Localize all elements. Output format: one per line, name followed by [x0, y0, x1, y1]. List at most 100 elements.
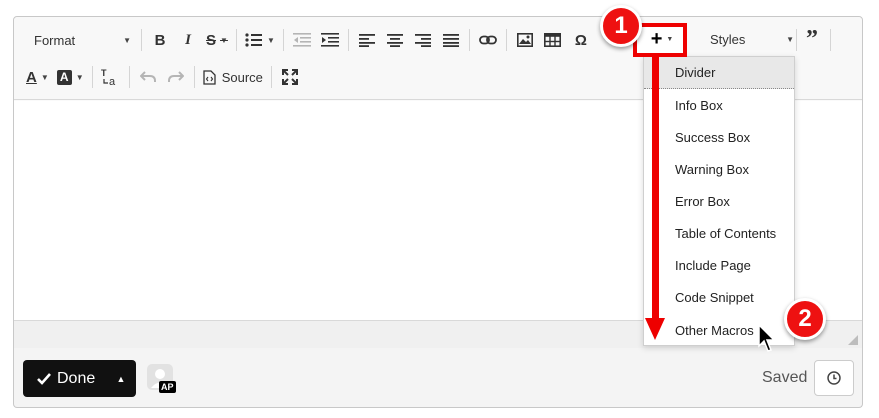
mouse-cursor-icon	[758, 324, 776, 352]
strikethrough-button[interactable]: S ▼	[202, 26, 232, 54]
bold-button[interactable]: B	[146, 26, 174, 54]
chevron-down-icon: ▼	[123, 35, 131, 45]
toolbar-separator	[128, 66, 130, 88]
chevron-down-icon: ▼	[40, 72, 49, 82]
toolbar-separator	[347, 29, 349, 51]
menu-item-label: Other Macros	[675, 322, 754, 338]
image-button[interactable]	[511, 26, 539, 54]
align-center-icon	[386, 33, 403, 47]
fullscreen-button[interactable]	[276, 63, 304, 91]
align-right-icon	[414, 33, 431, 47]
styles-select-label: Styles	[710, 31, 746, 47]
styles-select[interactable]: Styles ▼	[698, 25, 800, 53]
source-button-label: Source	[221, 69, 263, 85]
done-button-label: Done	[57, 369, 96, 387]
menu-item-success-box[interactable]: Success Box	[644, 121, 794, 153]
align-center-button[interactable]	[381, 26, 409, 54]
history-button[interactable]	[814, 360, 854, 396]
source-code-icon	[203, 69, 216, 85]
bullet-list-button[interactable]: ▼	[241, 26, 279, 54]
editor-footer: Done ▲ AP Saved	[13, 348, 863, 408]
insert-macro-menu: Divider Info Box Success Box Warning Box…	[643, 56, 795, 346]
table-button[interactable]	[539, 26, 567, 54]
indent-button[interactable]	[316, 26, 344, 54]
menu-item-label: Error Box	[675, 193, 730, 209]
link-icon	[478, 35, 497, 45]
step-badge-1: 1	[600, 5, 642, 47]
clock-icon	[827, 371, 841, 385]
redo-icon	[167, 71, 184, 82]
format-select[interactable]: Format ▼	[22, 26, 137, 54]
annotation-arrow-head	[645, 318, 665, 340]
annotation-arrow-line	[652, 57, 659, 320]
menu-item-label: Warning Box	[675, 161, 749, 177]
done-options-button[interactable]: ▲	[107, 360, 135, 397]
bullet-list-icon	[245, 33, 262, 47]
outdent-icon	[292, 33, 311, 47]
toolbar-separator	[505, 29, 507, 51]
text-color-button[interactable]: A ▼	[22, 63, 53, 91]
toolbar-row-1: Format ▼ B I S ▼ ▼ Ω	[22, 25, 595, 55]
background-color-button[interactable]: A ▼	[53, 63, 88, 91]
menu-item-divider[interactable]: Divider	[644, 57, 794, 89]
menu-item-code-snippet[interactable]: Code Snippet	[644, 281, 794, 313]
source-button[interactable]: Source	[199, 63, 267, 91]
toolbar-separator	[235, 29, 237, 51]
toolbar-separator	[193, 66, 195, 88]
menu-item-table-of-contents[interactable]: Table of Contents	[644, 217, 794, 249]
align-left-button[interactable]	[353, 26, 381, 54]
background-color-icon: A	[56, 69, 72, 85]
undo-button[interactable]	[134, 63, 162, 91]
strikethrough-icon: S	[206, 31, 217, 49]
menu-item-info-box[interactable]: Info Box	[644, 89, 794, 121]
menu-item-label: Info Box	[675, 97, 723, 113]
chevron-down-icon: ▼	[220, 35, 228, 45]
done-button[interactable]: Done	[23, 370, 107, 388]
plus-icon: +	[650, 27, 663, 50]
table-icon	[544, 33, 562, 47]
toolbar-separator	[270, 66, 272, 88]
format-select-label: Format	[34, 32, 76, 48]
clear-formatting-button[interactable]: Ta	[97, 63, 125, 91]
undo-icon	[139, 71, 156, 82]
save-status-label: Saved	[762, 369, 808, 386]
insert-macro-button[interactable]: + ▼	[642, 27, 682, 51]
special-character-button[interactable]: Ω	[567, 26, 595, 54]
image-icon	[516, 33, 533, 47]
chevron-down-icon: ▼	[666, 35, 674, 43]
checkmark-icon	[37, 372, 51, 385]
svg-text:a: a	[109, 76, 116, 87]
outdent-button[interactable]	[288, 26, 316, 54]
redo-button[interactable]	[162, 63, 190, 91]
text-color-icon: A	[26, 68, 37, 86]
toolbar-separator	[141, 29, 142, 51]
menu-item-include-page[interactable]: Include Page	[644, 249, 794, 281]
menu-item-label: Include Page	[675, 257, 751, 273]
italic-button[interactable]: I	[174, 26, 202, 54]
toolbar-separator	[91, 66, 93, 88]
chevron-down-icon: ▼	[786, 34, 794, 44]
toolbar-separator	[282, 29, 284, 51]
align-right-button[interactable]	[409, 26, 437, 54]
blockquote-button[interactable]: ”	[798, 25, 826, 53]
menu-item-label: Divider	[675, 65, 716, 80]
menu-item-label: Code Snippet	[675, 289, 754, 305]
avatar[interactable]: AP	[147, 364, 176, 394]
clear-formatting-icon: Ta	[101, 68, 116, 87]
menu-item-error-box[interactable]: Error Box	[644, 185, 794, 217]
chevron-down-icon: ▼	[266, 35, 275, 45]
link-button[interactable]	[474, 26, 502, 54]
chevron-down-icon: ▼	[75, 72, 84, 82]
menu-item-warning-box[interactable]: Warning Box	[644, 153, 794, 185]
fullscreen-icon	[281, 69, 298, 85]
step-badge-2: 2	[784, 298, 826, 340]
caret-up-icon: ▲	[116, 373, 126, 384]
align-left-icon	[358, 33, 375, 47]
toolbar-separator	[830, 29, 831, 51]
resize-handle-icon[interactable]	[848, 335, 858, 345]
toolbar-row-2: A ▼ A ▼ Ta Source	[22, 62, 304, 92]
menu-item-label: Success Box	[675, 129, 751, 145]
avatar-initials: AP	[159, 381, 176, 393]
align-justify-button[interactable]	[437, 26, 465, 54]
menu-item-label: Table of Contents	[675, 225, 777, 241]
